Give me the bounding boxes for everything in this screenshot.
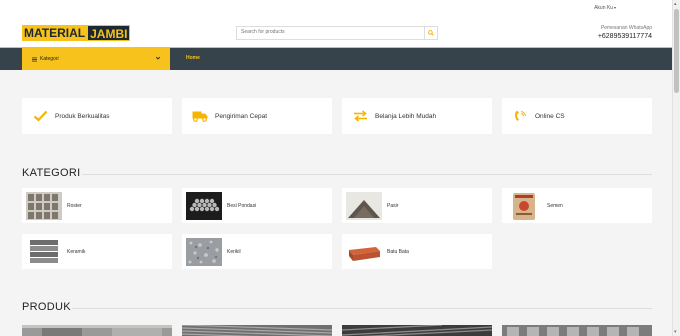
category-name: Semen (547, 202, 563, 209)
menu-icon (32, 57, 37, 61)
scroll-up-icon[interactable]: ▴ (674, 1, 677, 7)
check-icon (32, 109, 48, 123)
category-dropdown[interactable]: Kategori (22, 48, 170, 70)
caret-down-icon: ▾ (613, 5, 616, 10)
site-logo[interactable]: MATERIAL JAMBI (22, 25, 131, 41)
whatsapp-contact[interactable]: Pemesanan WhatsApp +6289539117774 (598, 25, 652, 40)
chevron-down-icon (155, 56, 161, 60)
category-card-kerikil[interactable]: Kerikil (182, 234, 332, 269)
category-name: Batu Bata (387, 248, 409, 255)
feature-label: Belanja Lebih Mudah (375, 112, 437, 120)
category-card-keramik[interactable]: Keramik (22, 234, 172, 269)
product-card-image[interactable] (182, 324, 332, 336)
category-name: Kerikil (227, 248, 241, 255)
feature-shipping: Pengiriman Cepat (182, 98, 332, 134)
header: MATERIAL JAMBI Pemesanan WhatsApp +62895… (0, 18, 672, 48)
category-label: Kategori (40, 56, 59, 62)
roster-image (26, 191, 62, 220)
logo-text-jambi: JAMBI (87, 25, 131, 41)
product-card-image[interactable] (342, 324, 492, 336)
phone-icon (512, 109, 528, 123)
category-card-pasir[interactable]: Pasir (342, 188, 492, 223)
category-card-roster[interactable]: Roster (22, 188, 172, 223)
besi-pondasi-image (186, 191, 222, 220)
pasir-image (346, 191, 382, 220)
feature-label: Produk Berkualitas (55, 112, 110, 120)
section-divider (72, 308, 652, 309)
whatsapp-number: +6289539117774 (597, 33, 652, 40)
account-menu[interactable]: Akun Ku▾ (594, 5, 616, 11)
feature-quality: Produk Berkualitas (22, 98, 172, 134)
nav-home-link[interactable]: Home (186, 55, 200, 61)
category-card-batu-bata[interactable]: Batu Bata (342, 234, 492, 269)
search-button[interactable] (424, 27, 437, 39)
category-name: Pasir (387, 202, 399, 209)
kerikil-image (186, 237, 222, 266)
search-box (236, 26, 438, 40)
logo-text-material: MATERIAL (22, 25, 88, 41)
kategori-heading: KATEGORI (22, 167, 81, 179)
category-name: Roster (67, 202, 82, 209)
category-name: Besi Pondasi (227, 202, 257, 209)
feature-label: Pengiriman Cepat (215, 112, 268, 120)
category-card-semen[interactable]: Semen (502, 188, 652, 223)
scroll-thumb[interactable] (674, 9, 679, 93)
feature-easy-shopping: Belanja Lebih Mudah (342, 98, 492, 134)
category-name: Keramik (67, 248, 86, 255)
produk-heading: PRODUK (22, 301, 71, 313)
batu-bata-image (346, 237, 382, 266)
page-scrollbar[interactable]: ▴ ▾ (672, 0, 680, 336)
product-card-image[interactable] (22, 324, 172, 336)
section-divider (82, 174, 652, 175)
scroll-down-icon[interactable]: ▾ (674, 329, 677, 335)
main-nav: Kategori Home (0, 47, 672, 70)
semen-image (506, 191, 542, 220)
feature-label: Online CS (535, 112, 565, 120)
exchange-icon (352, 109, 368, 123)
whatsapp-label: Pemesanan WhatsApp (600, 25, 652, 31)
feature-online-cs: Online CS (502, 98, 652, 134)
search-icon (428, 30, 434, 36)
search-input[interactable] (241, 29, 421, 35)
account-label: Akun Ku (594, 5, 613, 11)
category-card-besi-pondasi[interactable]: Besi Pondasi (182, 188, 332, 223)
product-card-image[interactable] (502, 324, 652, 336)
top-bar: Akun Ku▾ (0, 0, 672, 18)
keramik-image (26, 237, 62, 266)
truck-icon (192, 109, 208, 123)
